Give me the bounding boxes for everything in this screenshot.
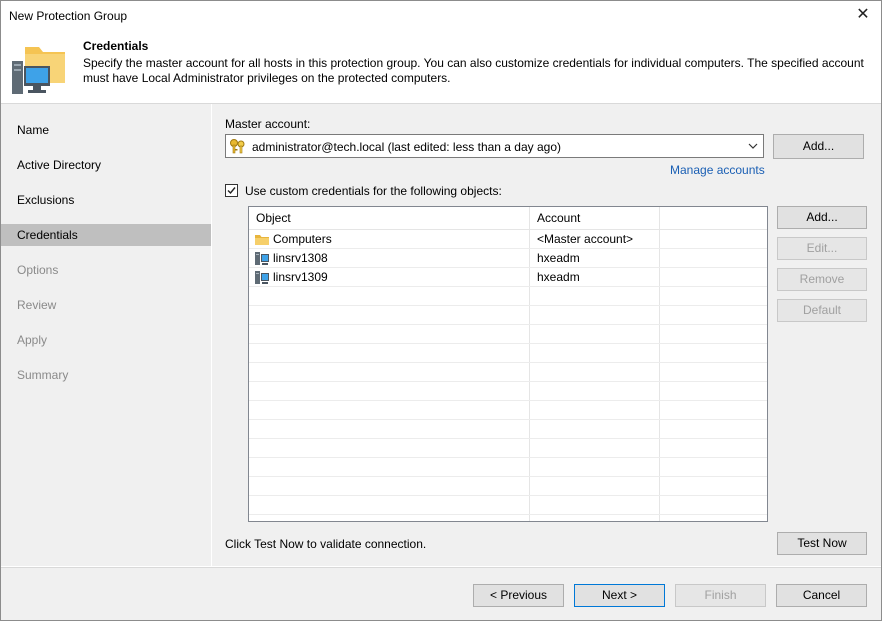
row-object: Computers [273,232,332,246]
title-bar: New Protection Group ✕ [1,1,881,31]
credentials-table: Object Account Computers <Master account… [248,206,768,522]
sidebar-item-active-directory[interactable]: Active Directory [1,154,211,176]
empty-row [249,382,767,401]
empty-row [249,477,767,496]
wizard-footer: < Previous Next > Finish Cancel [1,567,881,620]
sidebar-item-options: Options [17,263,59,277]
chevron-down-icon[interactable] [747,139,759,153]
row-object: linsrv1308 [273,251,328,265]
new-protection-group-dialog: New Protection Group ✕ Credentials Speci… [0,0,882,621]
empty-row [249,496,767,515]
custom-credentials-label: Use custom credentials for the following… [245,184,502,198]
empty-row [249,420,767,439]
empty-row [249,439,767,458]
folder-computer-icon [12,47,65,94]
master-account-dropdown[interactable]: administrator@tech.local (last edited: l… [225,134,764,158]
test-hint: Click Test Now to validate connection. [225,537,427,551]
wizard-header: Credentials Specify the master account f… [1,31,881,104]
sidebar-item-name[interactable]: Name [1,119,211,141]
table-row[interactable]: linsrv1309 hxeadm [249,268,767,287]
header-title: Credentials [83,39,149,53]
wizard-steps-sidebar: Name Active Directory Exclusions Credent… [1,104,211,566]
sidebar-item-credentials[interactable]: Credentials [1,224,211,246]
checkmark-icon [227,187,236,195]
empty-row [249,287,767,306]
add-master-account-button[interactable]: Add... [773,134,864,159]
table-row[interactable]: Computers <Master account> [249,230,767,249]
empty-row [249,344,767,363]
close-icon[interactable]: ✕ [853,5,873,25]
column-header-object[interactable]: Object [249,207,530,229]
table-row[interactable]: linsrv1308 hxeadm [249,249,767,268]
edit-credentials-button[interactable]: Edit... [777,237,867,260]
empty-row [249,325,767,344]
add-credentials-button[interactable]: Add... [777,206,867,229]
table-header: Object Account [249,207,767,230]
manage-accounts-link[interactable]: Manage accounts [670,163,765,177]
window-title: New Protection Group [9,9,128,23]
previous-button[interactable]: < Previous [473,584,564,607]
header-description: Specify the master account for all hosts… [83,56,864,85]
default-credentials-button[interactable]: Default [777,299,867,322]
row-account: <Master account> [537,232,634,246]
test-now-button[interactable]: Test Now [777,532,867,555]
column-header-account[interactable]: Account [530,207,660,229]
empty-row [249,458,767,477]
row-account: hxeadm [537,270,580,284]
master-account-label: Master account: [225,117,311,131]
finish-button[interactable]: Finish [675,584,766,607]
server-icon [255,252,269,265]
sidebar-item-summary: Summary [17,368,69,382]
credentials-step-content: Master account: administrator@tech.local… [212,104,881,566]
server-icon [255,271,269,284]
remove-credentials-button[interactable]: Remove [777,268,867,291]
keys-icon [230,139,245,154]
folder-icon [255,235,269,245]
next-button[interactable]: Next > [574,584,665,607]
row-account: hxeadm [537,251,580,265]
empty-row [249,401,767,420]
sidebar-item-exclusions[interactable]: Exclusions [1,189,211,211]
row-object: linsrv1309 [273,270,328,284]
sidebar-item-apply: Apply [17,333,48,347]
empty-row [249,363,767,382]
custom-credentials-checkbox[interactable] [225,184,238,197]
master-account-value: administrator@tech.local (last edited: l… [252,140,562,154]
sidebar-item-review: Review [17,298,57,312]
cancel-button[interactable]: Cancel [776,584,867,607]
empty-row [249,306,767,325]
